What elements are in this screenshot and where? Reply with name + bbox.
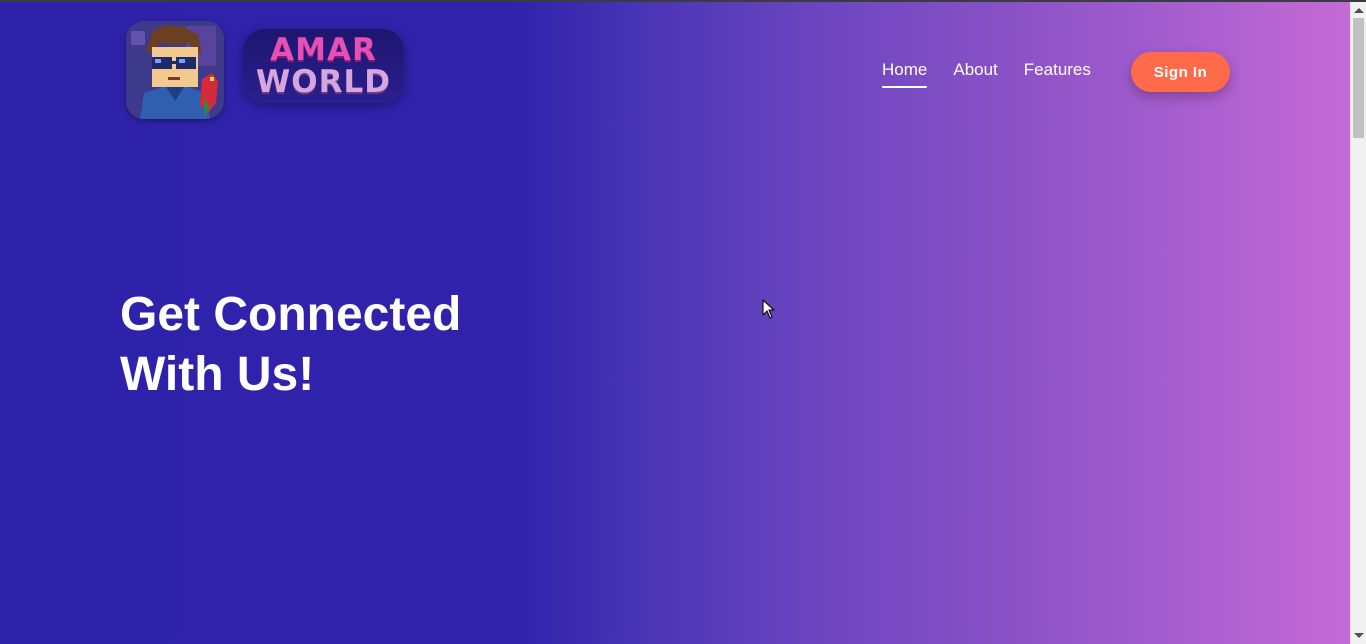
hero-title: Get Connected With Us! xyxy=(120,285,640,405)
scroll-down-arrow-icon[interactable] xyxy=(1354,633,1364,638)
vertical-scrollbar[interactable] xyxy=(1350,2,1366,644)
brand-logo[interactable]: AMAR WORLD xyxy=(243,29,404,103)
scroll-up-arrow-icon[interactable] xyxy=(1354,8,1364,13)
nav-link-about[interactable]: About xyxy=(953,60,997,88)
scrollbar-thumb[interactable] xyxy=(1353,18,1364,138)
hero-title-line1: Get Connected xyxy=(120,288,462,341)
character-avatar-icon xyxy=(126,21,224,119)
mouse-cursor-icon xyxy=(762,299,775,319)
logo-text-amar: AMAR xyxy=(270,31,377,68)
sign-in-button[interactable]: Sign In xyxy=(1131,52,1230,92)
page-hero-background: AMAR WORLD Home About Features Sign In G… xyxy=(0,2,1350,644)
logo-text-world: WORLD xyxy=(256,63,391,100)
nav-link-features[interactable]: Features xyxy=(1024,60,1091,88)
nav-link-home[interactable]: Home xyxy=(882,60,928,88)
avatar-logo[interactable] xyxy=(126,21,224,119)
main-nav: Home About Features xyxy=(882,60,1117,94)
hero-title-line2: With Us! xyxy=(120,348,315,401)
